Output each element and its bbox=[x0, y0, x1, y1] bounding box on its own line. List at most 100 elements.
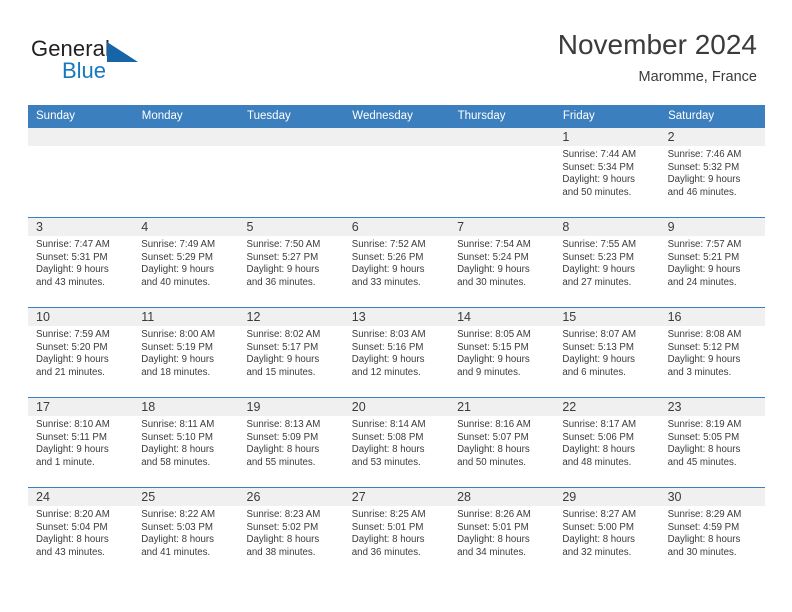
daylight-text: Daylight: 9 hours and 33 minutes. bbox=[351, 264, 425, 288]
sunset-text: Sunset: 5:07 PM bbox=[457, 431, 529, 443]
day-number: 9 bbox=[659, 218, 765, 236]
day-cell[interactable]: 17 Sunrise: 8:10 AM Sunset: 5:11 PM Dayl… bbox=[28, 397, 134, 488]
day-cell[interactable]: 23 Sunrise: 8:19 AM Sunset: 5:05 PM Dayl… bbox=[659, 397, 765, 488]
day-cell[interactable]: 2 Sunrise: 7:46 AM Sunset: 5:32 PM Dayli… bbox=[659, 127, 765, 218]
day-cell[interactable]: 29 Sunrise: 8:27 AM Sunset: 5:00 PM Dayl… bbox=[554, 487, 660, 578]
day-info: Sunrise: 7:49 AM Sunset: 5:29 PM Dayligh… bbox=[133, 236, 238, 289]
day-cell[interactable]: 30 Sunrise: 8:29 AM Sunset: 4:59 PM Dayl… bbox=[659, 487, 765, 578]
day-cell[interactable] bbox=[28, 127, 134, 218]
day-info: Sunrise: 8:05 AM Sunset: 5:15 PM Dayligh… bbox=[449, 326, 554, 379]
daylight-text: Daylight: 8 hours and 50 minutes. bbox=[457, 444, 530, 468]
sunrise-text: Sunrise: 7:47 AM bbox=[36, 239, 110, 250]
day-cell[interactable] bbox=[238, 127, 344, 218]
day-cell[interactable]: 27 Sunrise: 8:25 AM Sunset: 5:01 PM Dayl… bbox=[343, 487, 450, 578]
day-number: 25 bbox=[133, 488, 239, 506]
sunset-text: Sunset: 5:05 PM bbox=[667, 431, 740, 443]
weekday-header-friday: Friday bbox=[554, 105, 661, 128]
sunrise-text: Sunrise: 8:00 AM bbox=[141, 329, 216, 340]
day-cell[interactable]: 19 Sunrise: 8:13 AM Sunset: 5:09 PM Dayl… bbox=[238, 397, 344, 488]
day-info: Sunrise: 8:02 AM Sunset: 5:17 PM Dayligh… bbox=[239, 326, 344, 379]
day-info: Sunrise: 8:27 AM Sunset: 5:00 PM Dayligh… bbox=[554, 506, 659, 559]
general-blue-logo[interactable]: General Blue bbox=[31, 36, 231, 88]
day-number: 11 bbox=[133, 308, 239, 326]
sunset-text: Sunset: 4:59 PM bbox=[667, 521, 740, 533]
day-cell[interactable]: 5 Sunrise: 7:50 AM Sunset: 5:27 PM Dayli… bbox=[238, 217, 344, 308]
day-cell[interactable]: 11 Sunrise: 8:00 AM Sunset: 5:19 PM Dayl… bbox=[133, 307, 239, 398]
sunset-text: Sunset: 5:29 PM bbox=[141, 251, 213, 263]
sunrise-text: Sunrise: 8:22 AM bbox=[141, 509, 216, 520]
day-cell[interactable]: 14 Sunrise: 8:05 AM Sunset: 5:15 PM Dayl… bbox=[449, 307, 555, 398]
day-cell[interactable]: 3 Sunrise: 7:47 AM Sunset: 5:31 PM Dayli… bbox=[28, 217, 134, 308]
daylight-text: Daylight: 8 hours and 34 minutes. bbox=[457, 534, 530, 558]
sunrise-text: Sunrise: 8:03 AM bbox=[351, 329, 426, 340]
day-cell[interactable]: 7 Sunrise: 7:54 AM Sunset: 5:24 PM Dayli… bbox=[449, 217, 555, 308]
day-number: 6 bbox=[343, 218, 450, 236]
day-info: Sunrise: 8:11 AM Sunset: 5:10 PM Dayligh… bbox=[133, 416, 238, 469]
daylight-text: Daylight: 9 hours and 36 minutes. bbox=[246, 264, 320, 288]
day-info: Sunrise: 7:44 AM Sunset: 5:34 PM Dayligh… bbox=[554, 146, 659, 199]
sunrise-text: Sunrise: 8:08 AM bbox=[667, 329, 742, 340]
day-cell[interactable]: 4 Sunrise: 7:49 AM Sunset: 5:29 PM Dayli… bbox=[133, 217, 239, 308]
daylight-text: Daylight: 8 hours and 36 minutes. bbox=[351, 534, 425, 558]
sunset-text: Sunset: 5:17 PM bbox=[246, 341, 319, 353]
day-cell[interactable]: 12 Sunrise: 8:02 AM Sunset: 5:17 PM Dayl… bbox=[238, 307, 344, 398]
sunset-text: Sunset: 5:10 PM bbox=[141, 431, 213, 443]
day-number: 19 bbox=[238, 398, 344, 416]
page-title: November 2024 bbox=[557, 29, 757, 60]
day-cell[interactable]: 16 Sunrise: 8:08 AM Sunset: 5:12 PM Dayl… bbox=[659, 307, 765, 398]
day-cell[interactable]: 25 Sunrise: 8:22 AM Sunset: 5:03 PM Dayl… bbox=[133, 487, 239, 578]
day-cell[interactable]: 9 Sunrise: 7:57 AM Sunset: 5:21 PM Dayli… bbox=[659, 217, 765, 308]
calendar-week-row: 10 Sunrise: 7:59 AM Sunset: 5:20 PM Dayl… bbox=[28, 307, 765, 398]
day-info: Sunrise: 8:19 AM Sunset: 5:05 PM Dayligh… bbox=[660, 416, 765, 469]
day-number: 21 bbox=[449, 398, 555, 416]
day-number: 24 bbox=[28, 488, 134, 506]
day-cell[interactable]: 13 Sunrise: 8:03 AM Sunset: 5:16 PM Dayl… bbox=[343, 307, 450, 398]
day-info bbox=[449, 146, 554, 149]
sunset-text: Sunset: 5:11 PM bbox=[36, 431, 107, 443]
page-subtitle: Maromme, France bbox=[638, 69, 757, 85]
day-cell[interactable]: 26 Sunrise: 8:23 AM Sunset: 5:02 PM Dayl… bbox=[238, 487, 344, 578]
day-cell[interactable] bbox=[133, 127, 239, 218]
sunrise-text: Sunrise: 8:02 AM bbox=[246, 329, 321, 340]
day-cell[interactable]: 15 Sunrise: 8:07 AM Sunset: 5:13 PM Dayl… bbox=[554, 307, 660, 398]
sunset-text: Sunset: 5:32 PM bbox=[667, 161, 740, 173]
day-info: Sunrise: 7:47 AM Sunset: 5:31 PM Dayligh… bbox=[28, 236, 133, 289]
day-number: 5 bbox=[238, 218, 344, 236]
day-cell[interactable]: 1 Sunrise: 7:44 AM Sunset: 5:34 PM Dayli… bbox=[554, 127, 660, 218]
daylight-text: Daylight: 8 hours and 30 minutes. bbox=[667, 534, 741, 558]
day-info bbox=[28, 146, 133, 149]
day-cell[interactable]: 10 Sunrise: 7:59 AM Sunset: 5:20 PM Dayl… bbox=[28, 307, 134, 398]
daylight-text: Daylight: 8 hours and 45 minutes. bbox=[667, 444, 741, 468]
day-cell[interactable]: 21 Sunrise: 8:16 AM Sunset: 5:07 PM Dayl… bbox=[449, 397, 555, 488]
day-cell[interactable] bbox=[343, 127, 450, 218]
daylight-text: Daylight: 8 hours and 32 minutes. bbox=[562, 534, 636, 558]
sunset-text: Sunset: 5:24 PM bbox=[457, 251, 529, 263]
sunset-text: Sunset: 5:01 PM bbox=[351, 521, 424, 533]
day-cell[interactable]: 22 Sunrise: 8:17 AM Sunset: 5:06 PM Dayl… bbox=[554, 397, 660, 488]
daylight-text: Daylight: 8 hours and 53 minutes. bbox=[351, 444, 425, 468]
sunset-text: Sunset: 5:15 PM bbox=[457, 341, 529, 353]
sunset-text: Sunset: 5:27 PM bbox=[246, 251, 319, 263]
sunset-text: Sunset: 5:00 PM bbox=[562, 521, 634, 533]
day-info: Sunrise: 8:16 AM Sunset: 5:07 PM Dayligh… bbox=[449, 416, 554, 469]
day-cell[interactable]: 20 Sunrise: 8:14 AM Sunset: 5:08 PM Dayl… bbox=[343, 397, 450, 488]
daylight-text: Daylight: 8 hours and 41 minutes. bbox=[141, 534, 214, 558]
page-header: General Blue November 2024 Maromme, Fran… bbox=[0, 0, 792, 104]
day-cell[interactable]: 8 Sunrise: 7:55 AM Sunset: 5:23 PM Dayli… bbox=[554, 217, 660, 308]
sunrise-text: Sunrise: 8:25 AM bbox=[351, 509, 426, 520]
day-number bbox=[28, 128, 134, 146]
day-number: 15 bbox=[554, 308, 660, 326]
day-number: 23 bbox=[659, 398, 765, 416]
day-info bbox=[344, 146, 449, 149]
day-cell[interactable] bbox=[449, 127, 555, 218]
day-cell[interactable]: 18 Sunrise: 8:11 AM Sunset: 5:10 PM Dayl… bbox=[133, 397, 239, 488]
day-info: Sunrise: 8:29 AM Sunset: 4:59 PM Dayligh… bbox=[660, 506, 765, 559]
day-cell[interactable]: 6 Sunrise: 7:52 AM Sunset: 5:26 PM Dayli… bbox=[343, 217, 450, 308]
sunset-text: Sunset: 5:01 PM bbox=[457, 521, 529, 533]
sunrise-text: Sunrise: 7:49 AM bbox=[141, 239, 216, 250]
day-cell[interactable]: 24 Sunrise: 8:20 AM Sunset: 5:04 PM Dayl… bbox=[28, 487, 134, 578]
calendar-page: General Blue November 2024 Maromme, Fran… bbox=[0, 0, 792, 612]
day-info: Sunrise: 8:13 AM Sunset: 5:09 PM Dayligh… bbox=[239, 416, 344, 469]
day-number: 2 bbox=[659, 128, 765, 146]
day-cell[interactable]: 28 Sunrise: 8:26 AM Sunset: 5:01 PM Dayl… bbox=[449, 487, 555, 578]
